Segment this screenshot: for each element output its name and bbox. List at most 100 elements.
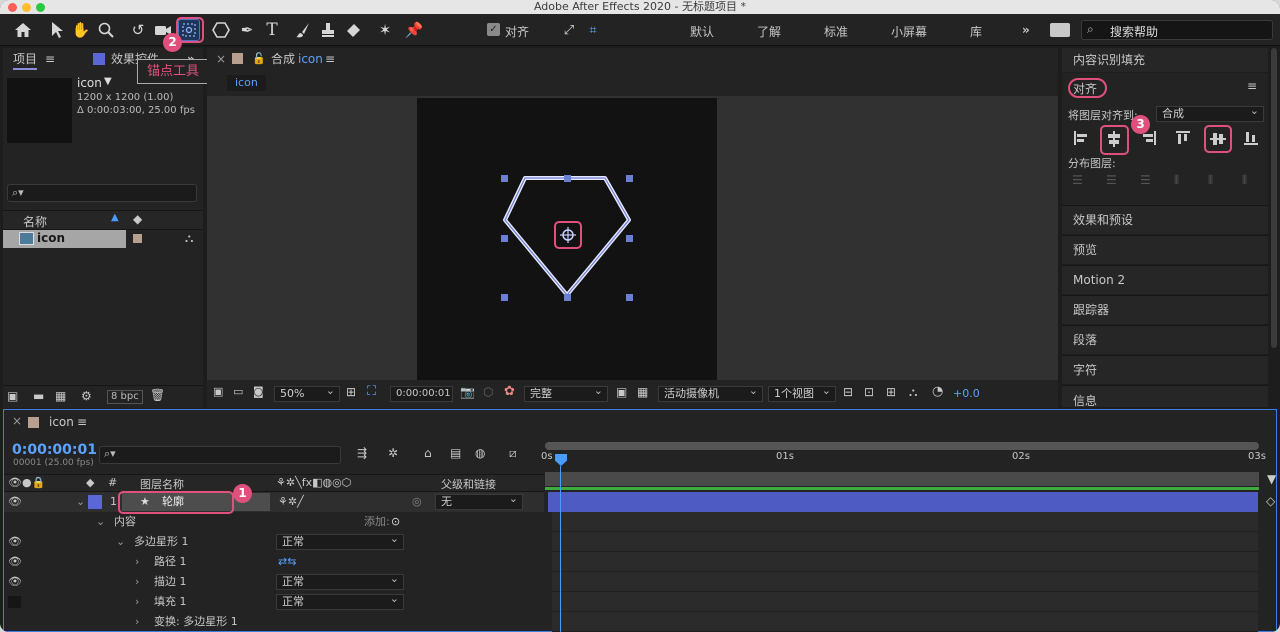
puppet-tool-icon[interactable]: ✶ bbox=[374, 19, 396, 41]
comp-timecode[interactable]: 0:00:00:01 bbox=[390, 386, 453, 402]
add-content-icon[interactable]: ⊙ bbox=[391, 512, 400, 532]
comp-mini-flowchart-icon[interactable]: ⇶ bbox=[357, 446, 367, 460]
panel-info[interactable]: 信息 bbox=[1062, 385, 1268, 408]
views-dropdown[interactable]: 1个视图 bbox=[768, 384, 836, 402]
timeline-search-input[interactable]: ⌕▾ bbox=[99, 446, 341, 464]
brush-tool-icon[interactable] bbox=[292, 19, 314, 41]
timeline-menu-icon[interactable]: ≡ bbox=[77, 415, 87, 429]
content-expand-icon[interactable]: ⌄ bbox=[96, 512, 105, 532]
exposure-value[interactable]: +0.0 bbox=[953, 387, 980, 400]
bbox-handle-tr[interactable] bbox=[626, 175, 633, 182]
channel-icon[interactable]: ✿ bbox=[504, 384, 515, 399]
snap-icon[interactable]: ⤢ bbox=[558, 19, 580, 41]
frame-blending-icon[interactable]: ▤ bbox=[450, 446, 461, 460]
show-snapshot-icon[interactable]: ⬡ bbox=[483, 385, 493, 399]
label-color-swatch[interactable] bbox=[133, 234, 142, 243]
region-of-interest-icon[interactable]: ▣ bbox=[616, 385, 627, 399]
work-area-navigator[interactable] bbox=[545, 442, 1259, 450]
right-panel-scrollbar[interactable] bbox=[1271, 48, 1277, 348]
workspace-small-screen[interactable]: 小屏幕 bbox=[891, 23, 927, 40]
column-number[interactable]: # bbox=[108, 476, 117, 489]
playhead-icon[interactable] bbox=[555, 454, 567, 466]
bbox-handle-tl[interactable] bbox=[501, 175, 508, 182]
minimize-window-button[interactable] bbox=[22, 3, 31, 12]
camera-dropdown[interactable]: 活动摄像机 bbox=[658, 384, 763, 402]
motion-blur-icon[interactable]: ◍ bbox=[475, 446, 485, 460]
bbox-handle-tc[interactable] bbox=[564, 175, 571, 182]
path-row[interactable]: 👁 › 路径 1 ⇄⇆ bbox=[4, 552, 544, 572]
path-direction-icon[interactable]: ⇄⇆ bbox=[278, 552, 296, 572]
panel-effects-presets[interactable]: 效果和预设 bbox=[1062, 205, 1268, 234]
panel-character[interactable]: 字符 bbox=[1062, 355, 1268, 384]
content-aware-fill-header[interactable]: 内容识别填充 bbox=[1062, 48, 1268, 72]
transform-expand-icon[interactable]: › bbox=[135, 612, 139, 632]
mask-visibility-icon[interactable]: ⛶ bbox=[367, 384, 376, 399]
tab-composition-name[interactable]: icon bbox=[298, 48, 323, 70]
column-layer-name[interactable]: 图层名称 bbox=[140, 476, 184, 492]
layer-row-outline[interactable]: 👁 ⌄ 1 ★ 轮廓 ⚘✲╱ ◎ 无 bbox=[4, 492, 544, 512]
zoom-tool-icon[interactable] bbox=[95, 19, 117, 41]
workspace-standard[interactable]: 标准 bbox=[824, 23, 848, 40]
graph-editor-icon[interactable]: ⧄ bbox=[509, 446, 517, 461]
lock-icon[interactable]: 🔓 bbox=[252, 48, 266, 70]
monitor-icon[interactable]: ▭ bbox=[233, 385, 243, 398]
work-area-bar[interactable] bbox=[545, 472, 1259, 486]
label-tag-icon[interactable]: ◆ bbox=[133, 212, 142, 226]
timeline-end-marker-icon[interactable]: ▼ bbox=[1267, 472, 1276, 486]
resolution-dropdown[interactable]: 完整 bbox=[524, 384, 608, 402]
flowchart-view-icon[interactable]: ⛬ bbox=[909, 385, 917, 400]
interpret-footage-icon[interactable]: ▣ bbox=[7, 389, 18, 403]
workspace-libraries[interactable]: 库 bbox=[970, 23, 982, 40]
comp-breadcrumb[interactable]: icon bbox=[227, 75, 266, 91]
bbox-handle-bc[interactable] bbox=[564, 294, 571, 301]
type-tool-icon[interactable]: T bbox=[261, 19, 283, 41]
zoom-window-button[interactable] bbox=[36, 3, 45, 12]
bbox-handle-ml[interactable] bbox=[501, 235, 508, 242]
shy-layers-icon[interactable]: ⌂ bbox=[424, 446, 432, 460]
workspace-learn[interactable]: 了解 bbox=[757, 23, 781, 40]
bbox-handle-bl[interactable] bbox=[501, 294, 508, 301]
timeline-timecode[interactable]: 0:00:00:01 bbox=[12, 442, 97, 458]
timeline-close-icon[interactable]: × bbox=[12, 414, 22, 428]
comp-panel-menu-icon[interactable]: ≡ bbox=[325, 48, 335, 70]
content-row[interactable]: ⌄ 内容 添加: ⊙ bbox=[4, 512, 544, 532]
fast-preview-icon[interactable]: ⊡ bbox=[864, 385, 874, 399]
distribute-vcenter-icon[interactable]: ☰ bbox=[1106, 173, 1117, 187]
anchor-point-icon[interactable] bbox=[558, 225, 578, 245]
more-workspaces-icon[interactable]: » bbox=[1022, 23, 1030, 37]
bit-depth-button[interactable]: 8 bpc bbox=[107, 390, 143, 404]
transparency-grid-icon[interactable]: ▦ bbox=[637, 385, 648, 399]
timeline-tab-name[interactable]: icon bbox=[49, 415, 74, 429]
column-parent[interactable]: 父级和链接 bbox=[441, 476, 496, 492]
polystar-row[interactable]: 👁 ⌄ 多边星形 1 正常 bbox=[4, 532, 544, 552]
polystar-expand-icon[interactable]: ⌄ bbox=[116, 532, 125, 552]
panel-preview[interactable]: 预览 bbox=[1062, 235, 1268, 264]
workspace-default[interactable]: 默认 bbox=[690, 23, 714, 40]
align-horizontal-center-icon[interactable] bbox=[1105, 130, 1123, 148]
zoom-dropdown[interactable]: 50% bbox=[274, 384, 340, 402]
new-composition-icon[interactable]: ▦ bbox=[55, 389, 66, 403]
grid-icon[interactable]: ⊞ bbox=[346, 385, 356, 399]
polystar-blend-dropdown[interactable]: 正常 bbox=[276, 532, 404, 550]
stroke-expand-icon[interactable]: › bbox=[135, 572, 139, 592]
distribute-bottom-icon[interactable]: ☰ bbox=[1140, 173, 1151, 187]
bbox-handle-mr[interactable] bbox=[626, 235, 633, 242]
layer-switches-icon[interactable]: ⚘✲╱ bbox=[278, 492, 304, 512]
sort-ascending-icon[interactable]: ▲ bbox=[111, 212, 119, 223]
distribute-top-icon[interactable]: ☰ bbox=[1072, 173, 1083, 187]
column-name[interactable]: 名称 bbox=[23, 213, 47, 230]
path-visibility-icon[interactable]: 👁 bbox=[8, 552, 22, 572]
align-to-dropdown[interactable]: 合成 bbox=[1156, 104, 1264, 122]
panel-motion2[interactable]: Motion 2 bbox=[1062, 265, 1268, 294]
eraser-icon[interactable] bbox=[342, 19, 364, 41]
layer-expand-icon[interactable]: ⌄ bbox=[76, 492, 85, 512]
fill-row[interactable]: › 填充 1 正常 bbox=[4, 592, 544, 612]
flowchart-icon[interactable]: ⛬ bbox=[185, 231, 193, 246]
panel-menu-icon[interactable]: ≡ bbox=[45, 48, 55, 70]
switches-column-icon[interactable]: ⚘✲╲fx◧◍◎⬡ bbox=[276, 476, 351, 489]
clone-stamp-icon[interactable] bbox=[317, 19, 339, 41]
toggle-pixel-aspect-icon[interactable]: ⊟ bbox=[843, 385, 853, 399]
sync-settings-icon[interactable] bbox=[1050, 23, 1070, 37]
help-search-box[interactable]: ⌕ 搜索帮助 bbox=[1081, 20, 1273, 40]
tab-composition[interactable]: 合成 bbox=[271, 48, 295, 70]
